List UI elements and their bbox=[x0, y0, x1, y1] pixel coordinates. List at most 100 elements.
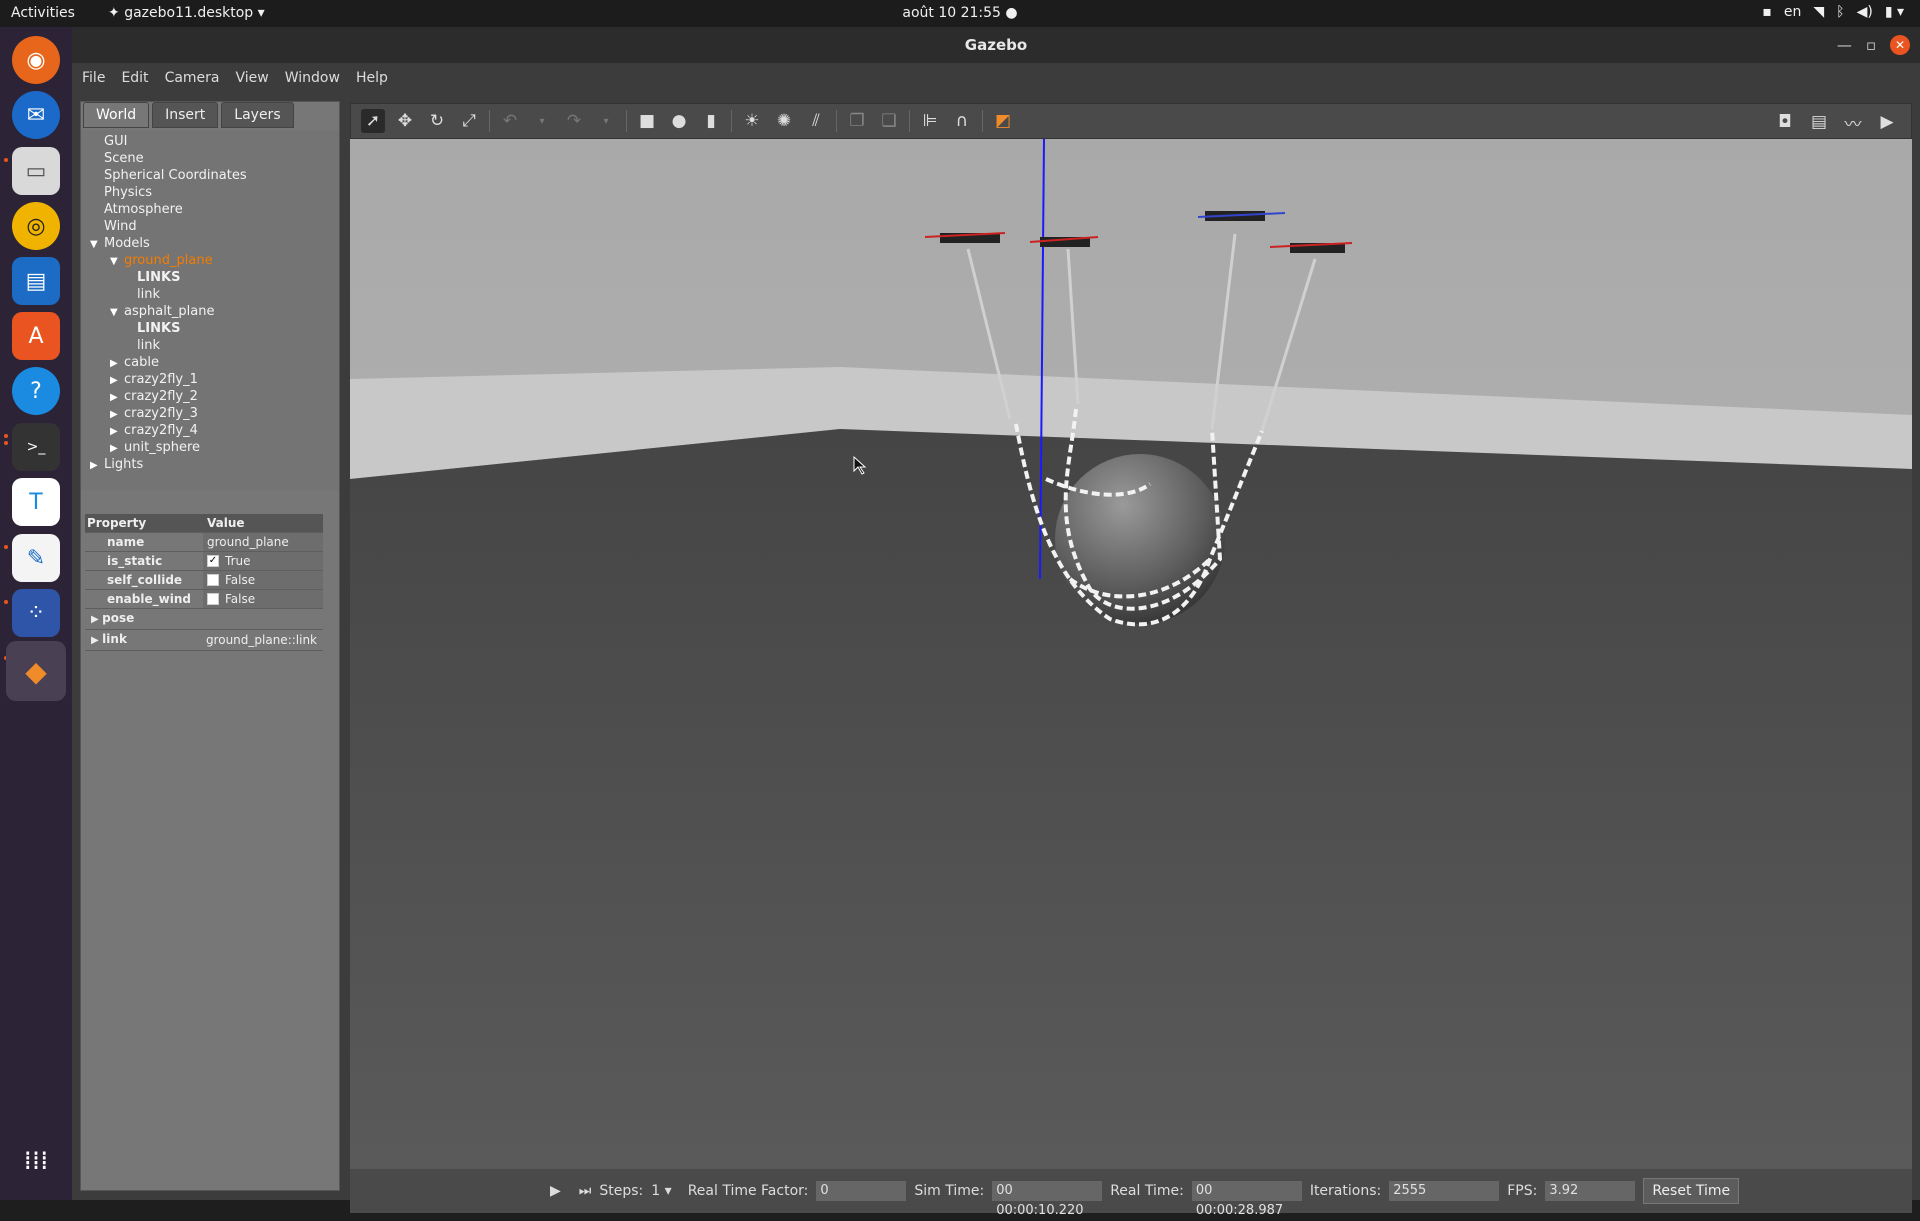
self-collide-checkbox[interactable] bbox=[207, 574, 219, 586]
thunderbird-icon[interactable]: ✉ bbox=[12, 91, 60, 139]
menu-file[interactable]: File bbox=[82, 70, 115, 86]
snap-icon[interactable]: ∩ bbox=[950, 109, 974, 133]
directional-light-icon[interactable]: ⫽ bbox=[804, 109, 828, 133]
maximize-icon[interactable]: ▫ bbox=[1866, 36, 1876, 54]
close-icon[interactable]: ✕ bbox=[1890, 35, 1910, 55]
menu-window[interactable]: Window bbox=[285, 70, 350, 86]
clock-label: août 10 21:55 bbox=[902, 5, 1001, 21]
plot-icon[interactable]: 〰 bbox=[1841, 110, 1865, 135]
system-tray[interactable]: ▪ en ◥ ᛒ ◀) ▮ ▾ bbox=[1762, 4, 1904, 20]
tree-item-atmosphere[interactable]: Atmosphere bbox=[104, 201, 183, 218]
collapse-arrow-icon[interactable]: ▶ bbox=[110, 389, 124, 406]
paste-icon[interactable]: ❏ bbox=[877, 109, 901, 133]
tab-insert[interactable]: Insert bbox=[152, 102, 219, 128]
step-icon[interactable]: ⏭ bbox=[579, 1183, 592, 1199]
collapse-arrow-icon[interactable]: ▶ bbox=[110, 372, 124, 389]
language-indicator[interactable]: en bbox=[1784, 4, 1802, 20]
clock[interactable]: août 10 21:55 ● bbox=[0, 5, 1920, 21]
tree-item-models[interactable]: ▼ Models bbox=[90, 235, 150, 252]
align-icon[interactable]: ⊫ bbox=[918, 109, 942, 133]
tree-item-unit-sphere[interactable]: ▶ unit_sphere bbox=[110, 439, 200, 456]
prop-row-link[interactable]: ▶ link ground_plane::link bbox=[85, 630, 323, 651]
collapse-arrow-icon[interactable]: ▶ bbox=[91, 635, 102, 646]
app-grid-tool-icon[interactable]: ⁘ bbox=[12, 589, 60, 637]
reset-time-button[interactable]: Reset Time bbox=[1643, 1178, 1740, 1204]
minimize-icon[interactable]: — bbox=[1837, 36, 1852, 54]
teamviewer-icon[interactable]: T bbox=[12, 478, 60, 526]
expand-arrow-icon[interactable]: ▼ bbox=[110, 253, 124, 270]
firefox-icon[interactable]: ◉ bbox=[12, 36, 60, 84]
prop-row-enable-wind: enable_wind False bbox=[85, 590, 323, 609]
collapse-arrow-icon[interactable]: ▶ bbox=[110, 440, 124, 457]
expand-arrow-icon[interactable]: ▼ bbox=[110, 304, 124, 321]
enable-wind-checkbox[interactable] bbox=[207, 593, 219, 605]
tree-item-crazy2fly-1[interactable]: ▶ crazy2fly_1 bbox=[110, 371, 198, 388]
prop-row-pose[interactable]: ▶ pose bbox=[85, 609, 323, 630]
prop-value-label: True bbox=[225, 554, 251, 568]
tree-item-crazy2fly-2[interactable]: ▶ crazy2fly_2 bbox=[110, 388, 198, 405]
terminal-icon[interactable]: >_ bbox=[12, 423, 60, 471]
copy-icon[interactable]: ❐ bbox=[845, 109, 869, 133]
screenshot-icon[interactable]: ◘ bbox=[1773, 110, 1797, 134]
tree-item-physics[interactable]: Physics bbox=[104, 184, 152, 201]
tree-item-links[interactable]: LINKS bbox=[137, 269, 180, 286]
tab-layers[interactable]: Layers bbox=[221, 102, 294, 128]
steps-spinbox[interactable]: 1 ▾ bbox=[651, 1183, 671, 1199]
expand-arrow-icon[interactable]: ▼ bbox=[90, 236, 104, 253]
redo-history-icon[interactable]: ▾ bbox=[594, 109, 618, 133]
view-angle-icon[interactable]: ◩ bbox=[991, 109, 1015, 133]
help-icon[interactable]: ? bbox=[12, 367, 60, 415]
select-mode-icon[interactable]: ➚ bbox=[361, 109, 385, 133]
software-center-icon[interactable]: A bbox=[12, 312, 60, 360]
tree-item-wind[interactable]: Wind bbox=[104, 218, 137, 235]
prop-value-name[interactable]: ground_plane bbox=[203, 533, 323, 551]
box-shape-icon[interactable]: ■ bbox=[635, 109, 659, 133]
prop-row-is-static: is_static ✓ True bbox=[85, 552, 323, 571]
tree-item-spherical-coordinates[interactable]: Spherical Coordinates bbox=[104, 167, 247, 184]
show-applications-icon[interactable]: ⁞⁞⁞ bbox=[12, 1137, 60, 1185]
scene-toolbar: ➚ ✥ ↻ ⤢ ↶ ▾ ↷ ▾ ■ ● ▮ ☀ ✺ ⫽ ❐ ❏ ⊫ ∩ ◩ ◘ … bbox=[350, 103, 1912, 139]
point-light-icon[interactable]: ☀ bbox=[740, 109, 764, 133]
translate-mode-icon[interactable]: ✥ bbox=[393, 109, 417, 133]
collapse-arrow-icon[interactable]: ▶ bbox=[110, 406, 124, 423]
title-bar[interactable]: Gazebo — ▫ ✕ bbox=[72, 27, 1920, 63]
undo-history-icon[interactable]: ▾ bbox=[530, 109, 554, 133]
spot-light-icon[interactable]: ✺ bbox=[772, 109, 796, 133]
log-icon[interactable]: ▤ bbox=[1807, 110, 1831, 134]
tab-world[interactable]: World bbox=[83, 102, 150, 128]
collapse-arrow-icon[interactable]: ▶ bbox=[110, 355, 124, 372]
collapse-arrow-icon[interactable]: ▶ bbox=[91, 614, 102, 625]
menu-edit[interactable]: Edit bbox=[121, 70, 158, 86]
gazebo-dock-icon[interactable]: ◆ bbox=[6, 641, 66, 701]
cylinder-shape-icon[interactable]: ▮ bbox=[699, 109, 723, 133]
menu-help[interactable]: Help bbox=[356, 70, 398, 86]
redo-icon[interactable]: ↷ bbox=[562, 109, 586, 133]
menu-camera[interactable]: Camera bbox=[165, 70, 230, 86]
files-icon[interactable]: ▭ bbox=[12, 147, 60, 195]
video-record-icon[interactable]: ▶ bbox=[1875, 110, 1899, 134]
3d-viewport[interactable] bbox=[350, 139, 1912, 1169]
collapse-arrow-icon[interactable]: ▶ bbox=[110, 423, 124, 440]
tree-item-scene[interactable]: Scene bbox=[104, 150, 144, 167]
undo-icon[interactable]: ↶ bbox=[498, 109, 522, 133]
rotate-mode-icon[interactable]: ↻ bbox=[425, 109, 449, 133]
menu-view[interactable]: View bbox=[236, 70, 279, 86]
tree-item-gui[interactable]: GUI bbox=[104, 133, 127, 150]
play-icon[interactable]: ▶ bbox=[550, 1183, 561, 1199]
tree-item-ground-plane[interactable]: ▼ ground_plane bbox=[110, 252, 213, 269]
tree-item-lights[interactable]: ▶ Lights bbox=[90, 456, 143, 473]
scale-mode-icon[interactable]: ⤢ bbox=[457, 109, 481, 133]
is-static-checkbox[interactable]: ✓ bbox=[207, 555, 219, 567]
tree-item-link[interactable]: link bbox=[137, 286, 160, 303]
tree-item-crazy2fly-4[interactable]: ▶ crazy2fly_4 bbox=[110, 422, 198, 439]
tree-item-asphalt-plane[interactable]: ▼ asphalt_plane bbox=[110, 303, 214, 320]
tree-item-link[interactable]: link bbox=[137, 337, 160, 354]
tree-item-crazy2fly-3[interactable]: ▶ crazy2fly_3 bbox=[110, 405, 198, 422]
rhythmbox-icon[interactable]: ◎ bbox=[12, 202, 60, 250]
libreoffice-writer-icon[interactable]: ▤ bbox=[12, 257, 60, 305]
tree-item-links[interactable]: LINKS bbox=[137, 320, 180, 337]
text-editor-icon[interactable]: ✎ bbox=[12, 534, 60, 582]
collapse-arrow-icon[interactable]: ▶ bbox=[90, 457, 104, 474]
tree-item-cable[interactable]: ▶ cable bbox=[110, 354, 159, 371]
sphere-shape-icon[interactable]: ● bbox=[667, 109, 691, 133]
